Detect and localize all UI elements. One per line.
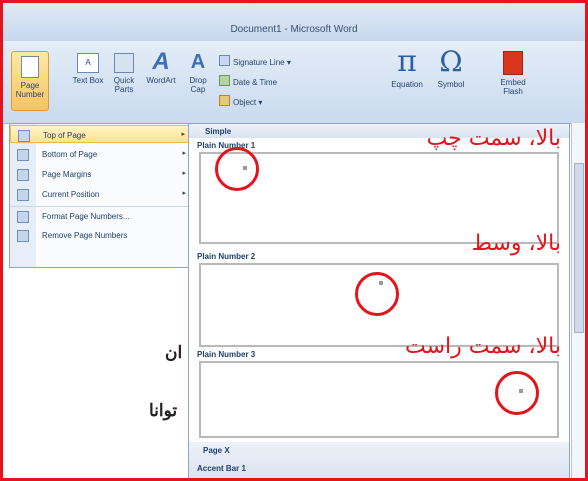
drop-cap-icon: A bbox=[190, 51, 206, 73]
insert-ribbon: Page Number A Text Box Quick Parts A Wor… bbox=[3, 41, 585, 124]
date-time-icon bbox=[219, 75, 230, 86]
submenu-arrow-icon: ▸ bbox=[181, 131, 185, 138]
signature-line-button[interactable]: Signature Line ▾ bbox=[219, 55, 291, 67]
page-number-icon bbox=[21, 56, 39, 78]
annotation-circle-right bbox=[495, 371, 539, 415]
drop-cap-label: Drop Cap bbox=[189, 76, 207, 94]
menu-item-label: Current Position bbox=[42, 190, 100, 199]
omega-icon: Ω bbox=[439, 45, 463, 78]
format-page-numbers-icon bbox=[17, 211, 29, 223]
page-number-button[interactable]: Page Number bbox=[11, 51, 49, 111]
menu-item-remove-page-numbers[interactable]: Remove Page Numbers bbox=[10, 226, 196, 244]
menu-item-label: Top of Page bbox=[43, 131, 86, 140]
bottom-of-page-icon bbox=[17, 149, 29, 161]
document-text-fragment: توانا bbox=[149, 401, 178, 421]
text-box-button[interactable]: A Text Box bbox=[71, 53, 105, 85]
embed-flash-label: Embed Flash bbox=[500, 78, 526, 96]
menu-item-current-position[interactable]: Current Position ▸ bbox=[10, 185, 196, 203]
menu-item-page-margins[interactable]: Page Margins ▸ bbox=[10, 165, 196, 183]
remove-page-numbers-icon bbox=[17, 230, 29, 242]
section-simple-label: Simple bbox=[205, 127, 232, 136]
submenu-arrow-icon: ▸ bbox=[182, 170, 186, 177]
equation-label: Equation bbox=[391, 80, 423, 89]
signature-line-icon bbox=[219, 55, 230, 66]
menu-item-label: Format Page Numbers... bbox=[42, 212, 130, 221]
menu-item-bottom-of-page[interactable]: Bottom of Page ▸ bbox=[10, 145, 196, 163]
annotation-circle-center bbox=[355, 272, 399, 316]
object-button[interactable]: Object ▾ bbox=[219, 95, 262, 107]
annotation-top-left: بالا، سمت چپ bbox=[426, 126, 561, 151]
page-margins-icon bbox=[17, 169, 29, 181]
document-text-fragment: ان bbox=[165, 343, 183, 363]
menu-item-label: Page Margins bbox=[42, 170, 92, 179]
pi-icon: π bbox=[397, 44, 417, 79]
menu-item-label: Bottom of Page bbox=[42, 150, 98, 159]
text-box-label: Text Box bbox=[72, 76, 104, 85]
symbol-label: Symbol bbox=[437, 80, 465, 89]
gallery-item-title: Accent Bar 1 bbox=[197, 464, 246, 473]
menu-item-label: Remove Page Numbers bbox=[42, 231, 128, 240]
top-of-page-icon bbox=[18, 130, 30, 142]
title-bar: Document1 - Microsoft Word bbox=[3, 3, 585, 41]
text-box-icon: A bbox=[77, 53, 99, 73]
signature-line-label: Signature Line bbox=[233, 58, 285, 67]
annotation-top-right: بالا، سمت راست bbox=[405, 334, 561, 359]
quick-parts-icon bbox=[114, 53, 134, 73]
wordart-icon: A bbox=[152, 48, 170, 75]
quick-parts-button[interactable]: Quick Parts bbox=[107, 53, 141, 94]
current-position-icon bbox=[17, 189, 29, 201]
flash-icon bbox=[503, 51, 523, 75]
annotation-top-center: بالا، وسط bbox=[471, 231, 561, 256]
wordart-button[interactable]: A WordArt bbox=[143, 48, 179, 86]
menu-item-top-of-page[interactable]: Top of Page ▸ bbox=[10, 125, 196, 143]
gallery-scrollbar[interactable] bbox=[571, 123, 585, 478]
drop-cap-button[interactable]: A Drop Cap bbox=[181, 51, 215, 94]
quick-parts-label: Quick Parts bbox=[113, 76, 135, 94]
window-title: Document1 - Microsoft Word bbox=[230, 24, 358, 35]
equation-button[interactable]: π Equation bbox=[385, 44, 429, 90]
gallery-item-title: Plain Number 3 bbox=[197, 350, 256, 359]
submenu-arrow-icon: ▸ bbox=[182, 150, 186, 157]
symbol-button[interactable]: Ω Symbol bbox=[431, 45, 471, 90]
embed-flash-button[interactable]: Embed Flash bbox=[491, 51, 535, 96]
screenshot-frame: Document1 - Microsoft Word Page Number A… bbox=[0, 0, 588, 481]
wordart-label: WordArt bbox=[146, 76, 176, 85]
section-page-x-label: Page X bbox=[203, 446, 230, 455]
menu-item-format-page-numbers[interactable]: Format Page Numbers... bbox=[10, 206, 196, 225]
page-number-label: Page Number bbox=[15, 81, 45, 99]
gallery-section-page-x: Page X Accent Bar 1 bbox=[189, 442, 569, 478]
object-icon bbox=[219, 95, 230, 106]
page-number-menu: Top of Page ▸ Bottom of Page ▸ Page Marg… bbox=[9, 123, 197, 268]
date-time-label: Date & Time bbox=[233, 78, 278, 87]
submenu-arrow-icon: ▸ bbox=[182, 190, 186, 197]
gallery-item-title: Plain Number 2 bbox=[197, 252, 256, 261]
date-time-button[interactable]: Date & Time bbox=[219, 75, 277, 87]
scrollbar-thumb[interactable] bbox=[574, 163, 584, 333]
object-label: Object bbox=[233, 98, 257, 107]
annotation-circle-left bbox=[215, 147, 259, 191]
